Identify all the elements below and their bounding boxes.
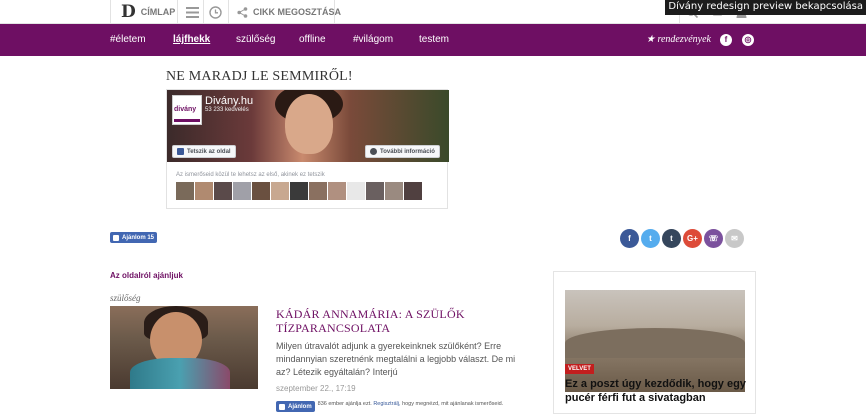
article-recommend-label: Ajánlom xyxy=(288,403,312,410)
friend-avatar[interactable] xyxy=(328,182,346,200)
page-likes: 53 233 kedvelés xyxy=(205,107,249,113)
facebook-icon xyxy=(113,234,119,241)
article-title[interactable]: KÁDÁR ANNAMÁRIA: A SZÜLŐK TÍZPARANCSOLAT… xyxy=(276,307,516,335)
friend-avatar[interactable] xyxy=(290,182,308,200)
register-link[interactable]: Regisztrálj, xyxy=(373,401,400,407)
facebook-page-widget: divány Divány.hu 53 233 kedvelés Tetszik… xyxy=(166,89,449,209)
info-icon xyxy=(370,148,377,155)
facebook-share-icon[interactable]: f xyxy=(620,229,639,248)
logo: D xyxy=(121,2,136,22)
friend-avatar[interactable] xyxy=(271,182,289,200)
divider xyxy=(110,0,111,24)
article-date: szeptember 22., 17:19 xyxy=(276,384,356,393)
viber-share-icon[interactable]: ☏ xyxy=(704,229,723,248)
tumblr-share-icon[interactable]: t xyxy=(662,229,681,248)
nav-item-testem[interactable]: testem xyxy=(419,24,449,56)
friend-avatar[interactable] xyxy=(404,182,422,200)
like-page-label: Tetszik az oldal xyxy=(187,148,231,155)
friend-avatar[interactable] xyxy=(252,182,270,200)
facebook-icon xyxy=(177,148,184,155)
share-label: CIKK MEGOSZTÁSA xyxy=(253,7,342,17)
friend-avatar[interactable] xyxy=(309,182,327,200)
page-avatar[interactable]: divány xyxy=(172,95,202,125)
more-info-label: További információ xyxy=(380,148,435,155)
article-lead: Milyen útravalót adjunk a gyerekeinknek … xyxy=(276,341,516,377)
facebook-icon xyxy=(279,403,285,410)
redesign-preview-toggle[interactable]: Dívány redesign preview bekapcsolása xyxy=(665,0,866,15)
page-title: NE MARADJ LE SEMMIRŐL! xyxy=(166,69,353,84)
recommend-button[interactable]: Ajánlom 15 xyxy=(110,232,158,243)
image-hills xyxy=(565,328,745,358)
divider xyxy=(228,0,229,24)
like-page-button[interactable]: Tetszik az oldal xyxy=(172,145,236,158)
article-category[interactable]: szülőség xyxy=(110,293,141,303)
divider xyxy=(334,0,335,24)
image-scarf xyxy=(130,358,230,389)
cover-image[interactable]: divány Divány.hu 53 233 kedvelés Tetszik… xyxy=(167,90,449,162)
divider xyxy=(203,0,204,24)
menu-icon[interactable] xyxy=(186,0,199,24)
source-badge[interactable]: VELVET xyxy=(565,364,594,374)
friend-avatar[interactable] xyxy=(366,182,384,200)
clock-icon[interactable] xyxy=(209,0,222,24)
friends-text: Az ismerőseid közül te lehetsz az első, … xyxy=(176,172,325,178)
promo-title[interactable]: Ez a poszt úgy kezdődik, hogy egy pucér … xyxy=(565,377,750,405)
friend-avatar[interactable] xyxy=(385,182,403,200)
nav-item-offline[interactable]: offline xyxy=(299,24,326,56)
avatar-bar xyxy=(174,119,200,122)
email-share-icon[interactable]: ✉ xyxy=(725,229,744,248)
instagram-icon[interactable]: ◎ xyxy=(742,34,754,46)
friend-avatar[interactable] xyxy=(347,182,365,200)
main-nav: #életem lájfhekk szülőség offline #világ… xyxy=(0,24,866,56)
friend-avatar[interactable] xyxy=(214,182,232,200)
home-link[interactable]: D CÍMLAP xyxy=(121,0,175,24)
share-icons: f t t G+ ☏ ✉ xyxy=(620,229,744,248)
section-title: Az oldalról ajánljuk xyxy=(110,271,183,280)
nav-item-szuloseg[interactable]: szülőség xyxy=(236,24,275,56)
top-bar: D CÍMLAP CIKK MEGOSZTÁSA Dívány redesign… xyxy=(0,0,866,24)
friends-avatars xyxy=(176,182,422,200)
recommend-count: 836 ember ajánlja ezt. xyxy=(317,401,372,407)
home-label: CÍMLAP xyxy=(140,7,176,17)
recommend-label: Ajánlom 15 xyxy=(122,234,155,241)
friend-avatar[interactable] xyxy=(176,182,194,200)
recommend-count-text: 836 ember ajánlja ezt. Regisztrálj, hogy… xyxy=(318,401,508,407)
divider xyxy=(177,0,178,24)
googleplus-share-icon[interactable]: G+ xyxy=(683,229,702,248)
facebook-icon[interactable]: f xyxy=(720,34,732,46)
friend-avatar[interactable] xyxy=(233,182,251,200)
sidebar-promo: VELVET Ez a poszt úgy kezdődik, hogy egy… xyxy=(553,271,756,414)
nav-item-lajfhekk[interactable]: lájfhekk xyxy=(173,24,210,56)
share-article-button[interactable]: CIKK MEGOSZTÁSA xyxy=(237,0,341,24)
share-icon xyxy=(237,6,248,18)
article-recommend-button[interactable]: Ajánlom xyxy=(276,401,315,412)
avatar-text: divány xyxy=(174,106,197,113)
article-facebook-recommend: Ajánlom 836 ember ajánlja ezt. Regisztrá… xyxy=(276,401,508,412)
cover-face xyxy=(285,94,333,154)
twitter-share-icon[interactable]: t xyxy=(641,229,660,248)
nav-item-eletem[interactable]: #életem xyxy=(110,24,146,56)
nav-item-events[interactable]: ★ rendezvények xyxy=(646,24,711,56)
recommend-tail: hogy megnézd, mit ajánlanak ismerőseid. xyxy=(402,401,504,407)
more-info-button[interactable]: További információ xyxy=(365,145,440,158)
friend-avatar[interactable] xyxy=(195,182,213,200)
nav-item-vilagom[interactable]: #világom xyxy=(353,24,393,56)
article-image[interactable] xyxy=(110,306,258,389)
page-name[interactable]: Divány.hu xyxy=(205,95,253,107)
